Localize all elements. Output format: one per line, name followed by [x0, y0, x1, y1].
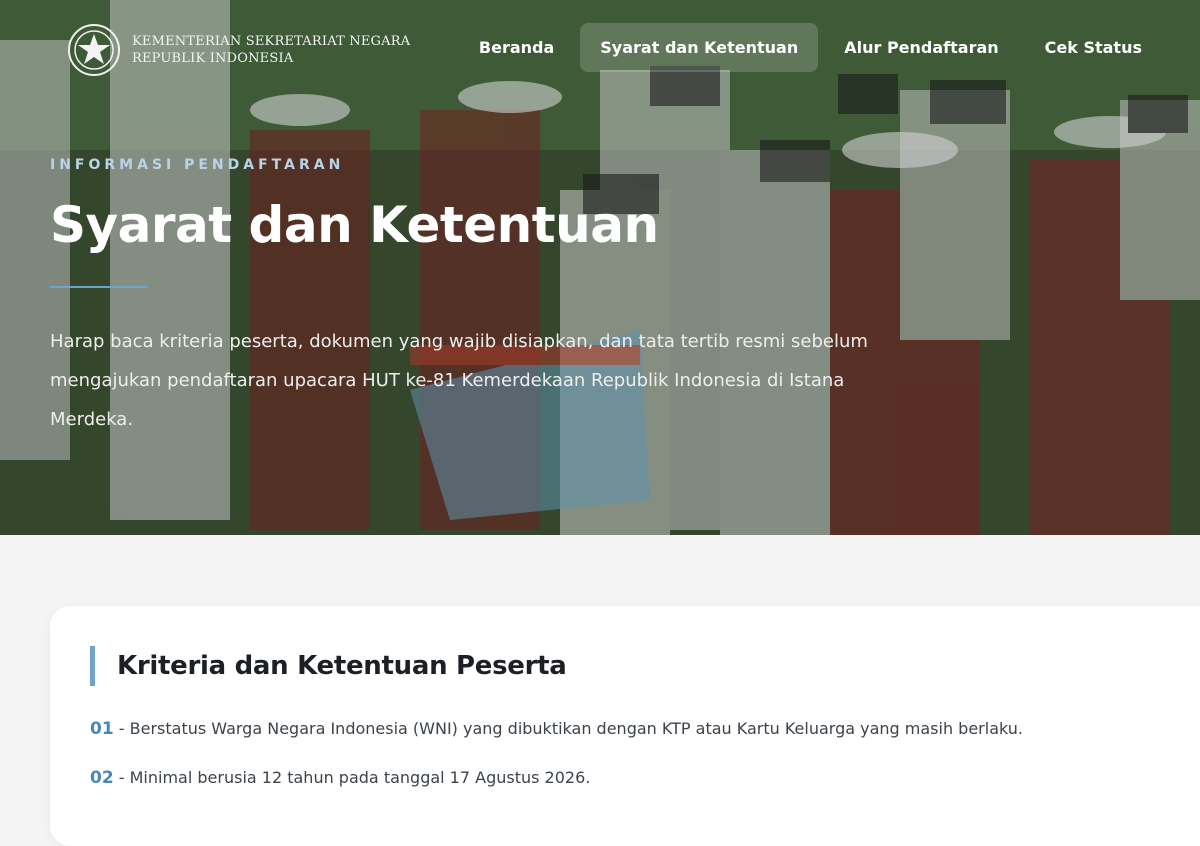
brand-line-1: KEMENTERIAN SEKRETARIAT NEGARA: [132, 34, 411, 49]
criteria-text: Minimal berusia 12 tahun pada tanggal 17…: [129, 768, 591, 787]
hero-background-photo: [0, 0, 1200, 535]
title-divider: [50, 286, 148, 288]
list-item: 01 - Berstatus Warga Negara Indonesia (W…: [90, 719, 1023, 739]
nav-item-beranda[interactable]: Beranda: [459, 23, 574, 72]
nav-item-alur-pendaftaran[interactable]: Alur Pendaftaran: [824, 23, 1018, 72]
hero-section: KEMENTERIAN SEKRETARIAT NEGARA REPUBLIK …: [0, 0, 1200, 535]
criteria-heading: Kriteria dan Ketentuan Peserta: [90, 646, 567, 686]
brand-line-2: REPUBLIK INDONESIA: [132, 51, 294, 66]
hero-eyebrow: INFORMASI PENDAFTARAN: [50, 157, 345, 173]
star-emblem-icon: [68, 24, 120, 76]
heading-accent-bar: [90, 646, 95, 686]
criteria-number: 02: [90, 768, 114, 788]
nav-item-cek-status[interactable]: Cek Status: [1025, 23, 1162, 72]
main-nav: Beranda Syarat dan Ketentuan Alur Pendaf…: [459, 23, 1162, 72]
site-brand[interactable]: KEMENTERIAN SEKRETARIAT NEGARA REPUBLIK …: [68, 24, 410, 76]
criteria-text: Berstatus Warga Negara Indonesia (WNI) y…: [129, 719, 1023, 738]
list-item: 02 - Minimal berusia 12 tahun pada tangg…: [90, 768, 590, 788]
criteria-title: Kriteria dan Ketentuan Peserta: [117, 651, 567, 681]
page-title: Syarat dan Ketentuan: [50, 196, 659, 254]
brand-name: KEMENTERIAN SEKRETARIAT NEGARA REPUBLIK …: [132, 33, 410, 67]
criteria-separator: -: [118, 768, 130, 787]
criteria-separator: -: [118, 719, 130, 738]
nav-item-syarat-dan-ketentuan[interactable]: Syarat dan Ketentuan: [580, 23, 819, 72]
hero-description: Harap baca kriteria peserta, dokumen yan…: [50, 331, 868, 430]
criteria-card: Kriteria dan Ketentuan Peserta 01 - Bers…: [50, 606, 1200, 846]
criteria-number: 01: [90, 719, 114, 739]
